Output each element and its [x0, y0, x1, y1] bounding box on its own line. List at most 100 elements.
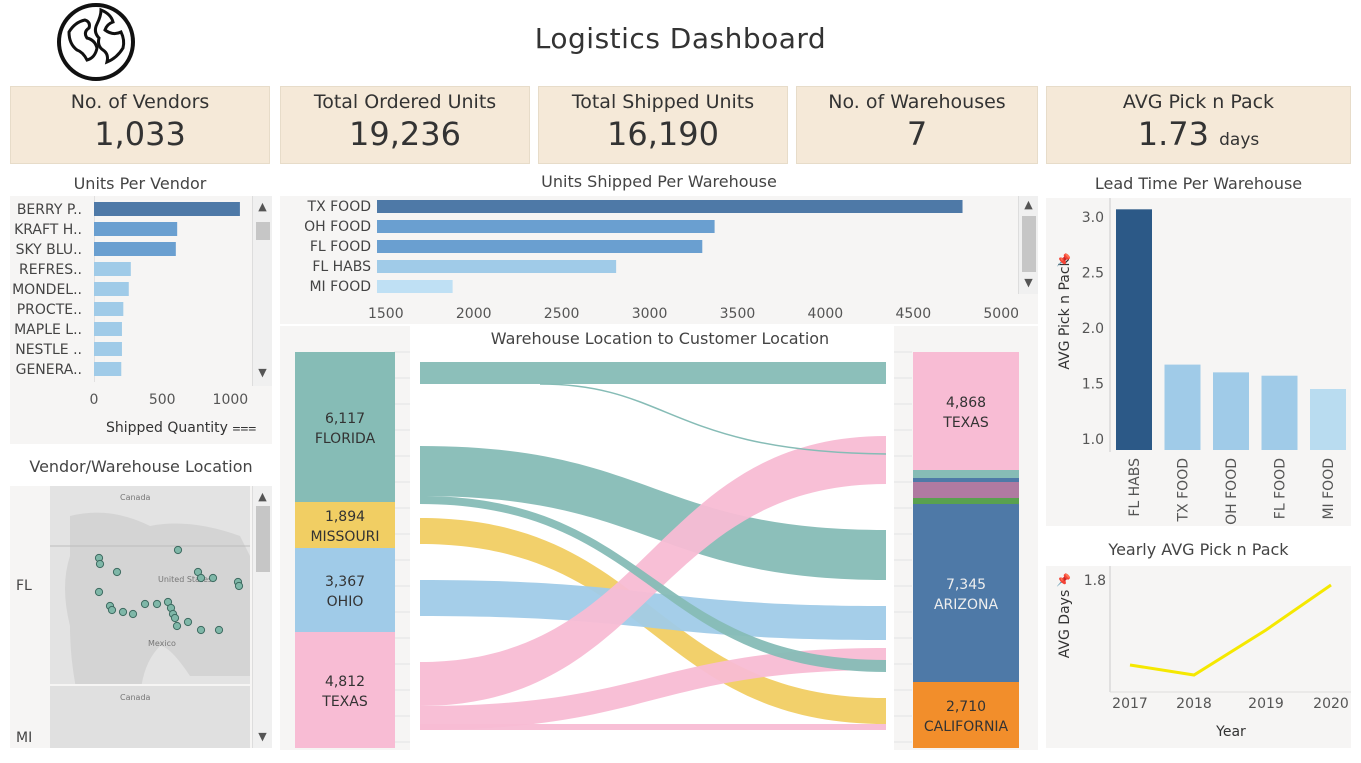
- sankey-target-node-small[interactable]: [913, 498, 1019, 504]
- sankey-target-node[interactable]: [913, 352, 1019, 470]
- vendor-map-panel: FL MI Canada United States Mexico Canada…: [10, 486, 272, 748]
- vendor-label: KRAFT H..: [14, 222, 82, 238]
- lead-time-chart: 3.0 2.5 2.0 1.5 1.0 FL HABS TX FOOD OH FOOD FL F…: [1056, 198, 1346, 525]
- warehouse-tick: 5000: [983, 306, 1018, 322]
- vendor-label: SKY BLU..: [16, 242, 82, 258]
- sankey-node-value: 1,894: [325, 509, 365, 525]
- kpi-vendors: No. of Vendors 1,033: [10, 86, 270, 164]
- lead-time-bar[interactable]: [1116, 209, 1152, 450]
- warehouse-scrollbar[interactable]: ▲ ▼: [1018, 196, 1038, 294]
- warehouse-tick: 2500: [544, 306, 580, 322]
- kpi-value: 1,033: [94, 115, 186, 153]
- location-marker[interactable]: [107, 605, 117, 615]
- vendor-bar[interactable]: [94, 242, 176, 256]
- location-marker[interactable]: [234, 581, 244, 591]
- sankey-target-node-small[interactable]: [913, 470, 1019, 478]
- map-mi[interactable]: Canada: [50, 686, 250, 748]
- location-marker[interactable]: [196, 625, 206, 635]
- scroll-thumb[interactable]: [1022, 216, 1036, 272]
- vendor-bar[interactable]: [94, 262, 131, 276]
- vendor-bar[interactable]: [94, 362, 122, 376]
- sort-descending-icon[interactable]: ⩶: [232, 420, 256, 436]
- lead-time-category: FL FOOD: [1273, 458, 1289, 519]
- scroll-up-icon[interactable]: ▲: [1019, 198, 1038, 211]
- vendor-bar[interactable]: [94, 322, 122, 336]
- scroll-up-icon[interactable]: ▲: [253, 490, 272, 503]
- kpi-value: 16,190: [607, 115, 719, 153]
- location-marker[interactable]: [94, 587, 104, 597]
- vendor-tick: 0: [90, 392, 99, 408]
- kpi-avg-pick: AVG Pick n Pack 1.73 days: [1046, 86, 1351, 164]
- lead-time-bar[interactable]: [1310, 389, 1346, 450]
- yearly-pick-chart: 1.8 2017 2018 2019 2020 Year AVG Days 📌: [1056, 566, 1351, 740]
- location-marker[interactable]: [112, 567, 122, 577]
- scroll-thumb[interactable]: [256, 222, 270, 240]
- lead-time-bar[interactable]: [1213, 372, 1249, 450]
- location-marker[interactable]: [196, 573, 206, 583]
- vendor-label: GENERA..: [16, 362, 82, 378]
- warehouse-bar[interactable]: [377, 200, 963, 213]
- pin-icon[interactable]: 📌: [1056, 252, 1071, 267]
- sankey-node-value: 4,812: [325, 674, 365, 690]
- location-marker[interactable]: [152, 599, 162, 609]
- scroll-thumb[interactable]: [256, 506, 270, 572]
- yearly-line[interactable]: [1129, 583, 1332, 677]
- location-marker[interactable]: [183, 617, 193, 627]
- location-marker[interactable]: [95, 559, 105, 569]
- vendor-label: NESTLE ..: [15, 342, 82, 358]
- sankey-source-node[interactable]: [295, 632, 395, 748]
- location-marker[interactable]: [170, 613, 180, 623]
- location-marker[interactable]: [118, 607, 128, 617]
- warehouse-bar[interactable]: [377, 240, 703, 253]
- yearly-xtick: 2019: [1248, 696, 1284, 712]
- lead-time-panel: 3.0 2.5 2.0 1.5 1.0 FL HABS TX FOOD OH FOOD FL F…: [1046, 198, 1351, 526]
- location-marker[interactable]: [208, 573, 218, 583]
- sankey-target-node[interactable]: [913, 682, 1019, 748]
- units-per-warehouse-panel: TX FOOD OH FOOD FL FOOD FL HABS MI FOOD 1500 2…: [280, 196, 1038, 324]
- map-row-label: FL: [16, 578, 32, 594]
- sankey-target-node[interactable]: [913, 504, 1019, 682]
- location-marker[interactable]: [172, 621, 182, 631]
- map-scrollbar[interactable]: ▲ ▼: [252, 486, 272, 748]
- location-marker[interactable]: [128, 609, 138, 619]
- kpi-label: No. of Warehouses: [828, 91, 1006, 113]
- sankey-flow[interactable]: [420, 724, 886, 730]
- vendor-bar[interactable]: [94, 342, 122, 356]
- sankey-source-node[interactable]: [295, 352, 395, 502]
- scroll-up-icon[interactable]: ▲: [253, 200, 272, 213]
- yearly-ytick: 1.8: [1084, 573, 1106, 589]
- lead-time-category: MI FOOD: [1321, 458, 1337, 520]
- warehouse-bar[interactable]: [377, 260, 617, 273]
- pin-icon[interactable]: 📌: [1056, 572, 1071, 587]
- map-label: Canada: [120, 493, 151, 502]
- lead-time-title: Lead Time Per Warehouse: [1094, 174, 1303, 193]
- scroll-down-icon[interactable]: ▼: [253, 366, 272, 379]
- lead-time-bar[interactable]: [1261, 375, 1298, 450]
- sankey-node-name: ARIZONA: [934, 597, 999, 613]
- scroll-down-icon[interactable]: ▼: [1019, 276, 1038, 289]
- warehouse-bar[interactable]: [377, 280, 453, 293]
- units-per-vendor-title: Units Per Vendor: [73, 174, 207, 193]
- lead-time-bar[interactable]: [1164, 364, 1201, 450]
- sankey-node-name: MISSOURI: [310, 529, 379, 545]
- location-marker[interactable]: [214, 625, 224, 635]
- kpi-label: Total Ordered Units: [313, 91, 497, 113]
- warehouse-label: FL HABS: [312, 259, 371, 275]
- vendor-scrollbar[interactable]: ▲ ▼: [252, 196, 272, 386]
- lead-time-tick: 2.5: [1082, 266, 1104, 282]
- vendor-bar[interactable]: [94, 222, 178, 236]
- vendor-bar[interactable]: [94, 202, 240, 216]
- sankey-node-name: OHIO: [327, 594, 364, 610]
- sankey-target-node-small[interactable]: [913, 478, 1019, 482]
- warehouse-label: MI FOOD: [309, 279, 371, 295]
- location-marker[interactable]: [173, 545, 183, 555]
- scroll-down-icon[interactable]: ▼: [253, 730, 272, 743]
- map-fl[interactable]: Canada United States Mexico: [50, 486, 250, 706]
- location-marker[interactable]: [140, 599, 150, 609]
- vendor-bar[interactable]: [94, 302, 124, 316]
- sankey-source-node[interactable]: [295, 548, 395, 632]
- vendor-bar[interactable]: [94, 282, 129, 296]
- warehouse-bar[interactable]: [377, 220, 715, 233]
- kpi-label: Total Shipped Units: [571, 91, 755, 113]
- sankey-flow[interactable]: [420, 362, 886, 384]
